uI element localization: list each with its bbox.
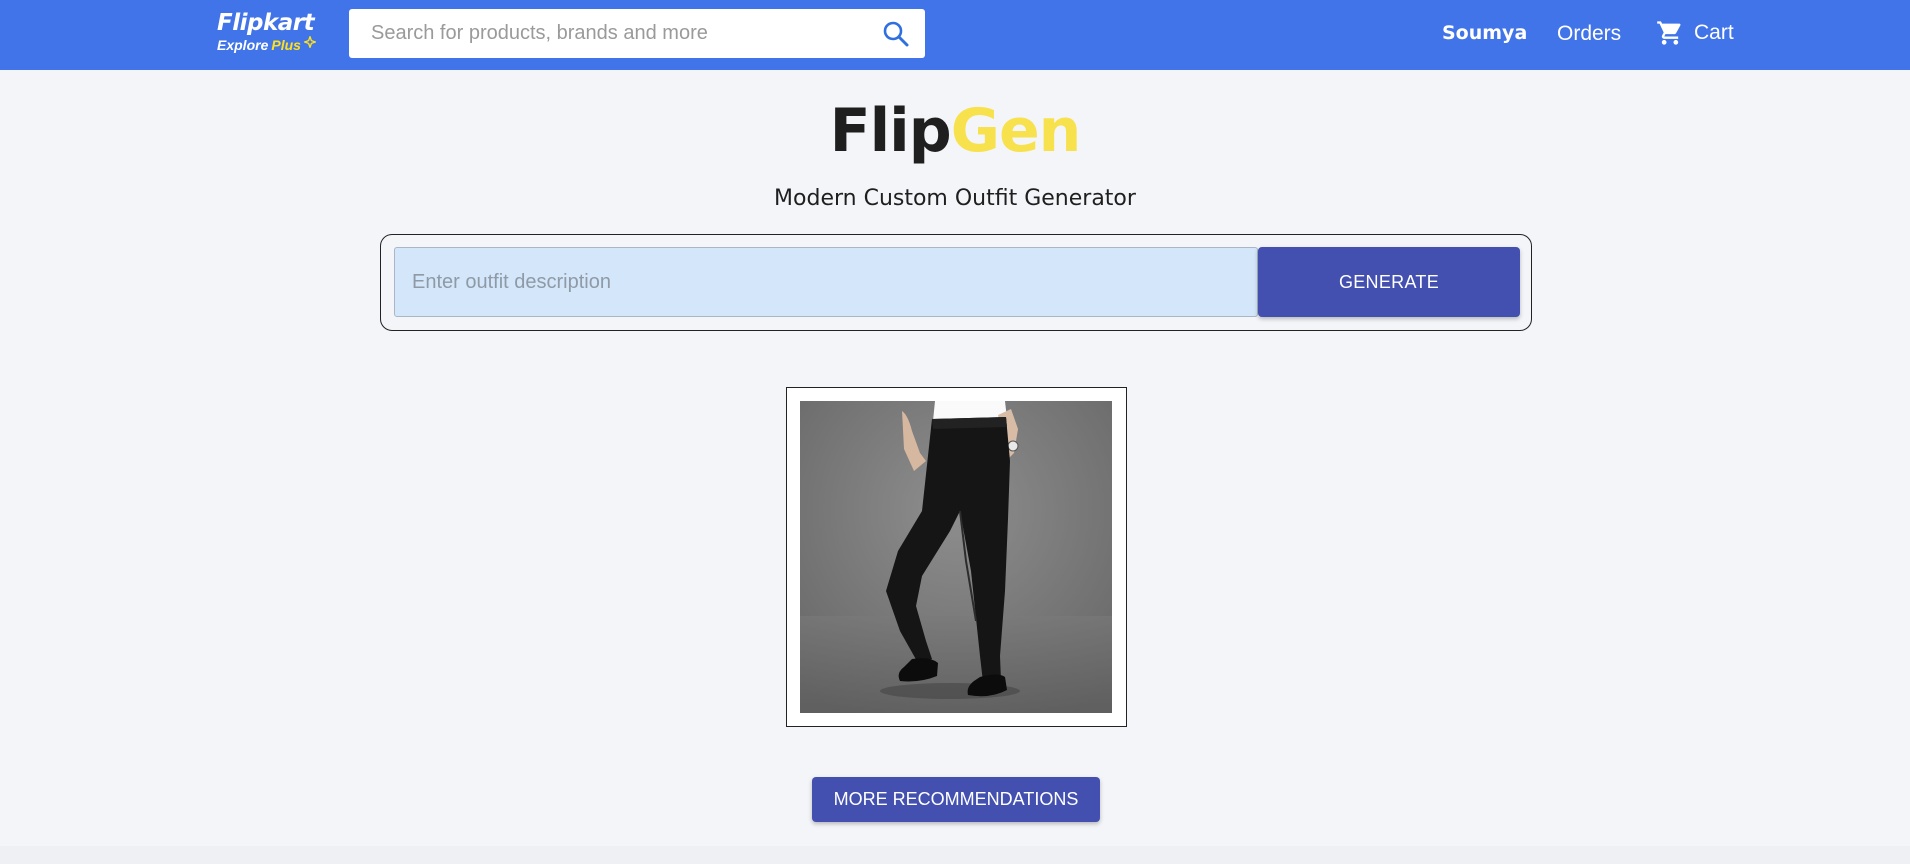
user-account-link[interactable]: Soumya — [1442, 22, 1527, 44]
logo-name: Flipkart — [217, 10, 315, 36]
search-bar — [349, 9, 925, 58]
generated-outfit-card — [786, 387, 1127, 727]
generated-outfit-image[interactable] — [800, 401, 1112, 713]
brand-title-gen: Gen — [950, 96, 1082, 166]
search-input[interactable] — [349, 9, 881, 58]
logo-explore: Explore — [217, 37, 269, 53]
orders-link[interactable]: Orders — [1557, 22, 1621, 46]
page-subtitle: Modern Custom Outfit Generator — [774, 186, 1136, 211]
top-navbar: Flipkart Explore Plus Soumya Orders Cart — [0, 0, 1910, 70]
cart-label: Cart — [1694, 21, 1734, 44]
brand-title-flip: Flip — [829, 96, 952, 166]
more-recommendations-button[interactable]: MORE RECOMMENDATIONS — [812, 777, 1100, 822]
logo-plus: Plus — [271, 37, 301, 53]
cart-link[interactable]: Cart — [1656, 19, 1734, 47]
page-footer-strip — [0, 846, 1910, 864]
page-title: FlipGen — [0, 96, 1910, 166]
generator-panel: GENERATE — [380, 234, 1532, 331]
generate-button[interactable]: GENERATE — [1258, 247, 1520, 317]
cart-icon — [1657, 21, 1681, 45]
plus-star-icon — [303, 36, 316, 48]
search-icon[interactable] — [881, 19, 911, 49]
flipkart-logo[interactable]: Flipkart Explore Plus — [217, 10, 316, 53]
logo-tagline: Explore Plus — [217, 36, 316, 53]
outfit-photo — [800, 401, 1112, 713]
outfit-description-input[interactable] — [394, 247, 1258, 317]
